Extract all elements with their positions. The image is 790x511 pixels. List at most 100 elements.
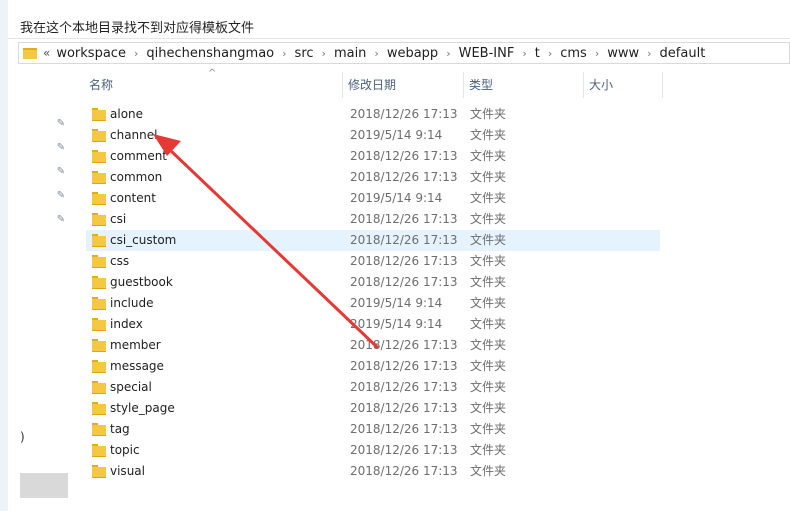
breadcrumb-item[interactable]: www [607,46,639,61]
file-date: 2018/12/26 17:13 [350,107,458,121]
file-type: 文件夹 [470,338,507,352]
file-name: special [110,380,152,394]
list-item[interactable]: visual 2018/12/26 17:13 文件夹 [86,461,660,482]
breadcrumb-separator-icon[interactable]: › [374,47,378,60]
column-header: ^ 名称 修改日期 类型 大小 [84,68,790,98]
pin-icon[interactable]: ✎ [56,167,66,177]
file-type: 文件夹 [470,212,507,226]
file-type: 文件夹 [470,233,507,247]
list-item[interactable]: guestbook 2018/12/26 17:13 文件夹 [86,272,660,293]
file-date: 2019/5/14 9:14 [350,128,443,142]
column-date[interactable]: 修改日期 [343,72,463,98]
folder-icon [92,423,106,436]
list-item[interactable]: alone 2018/12/26 17:13 文件夹 [86,104,660,125]
breadcrumb-separator-icon[interactable]: › [595,47,599,60]
window-left-edge [0,0,8,511]
nav-fragment-text: ) [20,430,25,444]
breadcrumb-item[interactable]: workspace [56,46,126,61]
folder-icon [92,444,106,457]
file-date: 2019/5/14 9:14 [350,317,443,331]
file-date: 2018/12/26 17:13 [350,443,458,457]
folder-icon [92,318,106,331]
list-item[interactable]: css 2018/12/26 17:13 文件夹 [86,251,660,272]
folder-icon [92,297,106,310]
question-text: 我在这个本地目录找不到对应得模板文件 [20,21,255,36]
list-item[interactable]: topic 2018/12/26 17:13 文件夹 [86,440,660,461]
file-date: 2018/12/26 17:13 [350,422,458,436]
breadcrumb-item[interactable]: t [535,46,540,61]
file-type: 文件夹 [470,359,507,373]
file-name: channel [110,128,158,142]
file-date: 2018/12/26 17:13 [350,380,458,394]
file-type: 文件夹 [470,422,507,436]
list-item[interactable]: tag 2018/12/26 17:13 文件夹 [86,419,660,440]
column-type[interactable]: 类型 [464,72,583,98]
pin-icon[interactable]: ✎ [56,215,66,225]
file-name: style_page [110,401,175,415]
file-date: 2019/5/14 9:14 [350,191,443,205]
file-name: message [110,359,164,373]
file-name: visual [110,464,145,478]
address-bar[interactable]: « workspace › qihechenshangmao › src › main › we… [18,42,790,64]
list-item[interactable]: member 2018/12/26 17:13 文件夹 [86,335,660,356]
list-item[interactable]: csi_custom 2018/12/26 17:13 文件夹 [86,230,660,251]
breadcrumb-item[interactable]: default [660,46,706,61]
file-name: member [110,338,161,352]
file-date: 2018/12/26 17:13 [350,338,458,352]
file-type: 文件夹 [470,191,507,205]
column-divider[interactable] [662,72,663,98]
file-name: index [110,317,143,331]
file-name: alone [110,107,144,121]
folder-icon [92,360,106,373]
folder-icon [92,192,106,205]
list-item[interactable]: include 2019/5/14 9:14 文件夹 [86,293,660,314]
file-type: 文件夹 [470,464,507,478]
list-item[interactable]: style_page 2018/12/26 17:13 文件夹 [86,398,660,419]
pin-icon[interactable]: ✎ [56,119,66,129]
column-size[interactable]: 大小 [584,72,662,98]
list-item[interactable]: special 2018/12/26 17:13 文件夹 [86,377,660,398]
breadcrumb-separator-icon[interactable]: › [282,47,286,60]
column-name[interactable]: 名称 [84,72,342,98]
file-date: 2018/12/26 17:13 [350,275,458,289]
pin-icon[interactable]: ✎ [56,191,66,201]
file-type: 文件夹 [470,443,507,457]
file-name: content [110,191,156,205]
file-date: 2019/5/14 9:14 [350,296,443,310]
list-item[interactable]: csi 2018/12/26 17:13 文件夹 [86,209,660,230]
breadcrumb-separator-icon[interactable]: › [134,47,138,60]
folder-icon [92,381,106,394]
breadcrumb-item[interactable]: main [334,46,366,61]
file-type: 文件夹 [470,128,507,142]
navigation-pane: ) ✎ ✎ ✎ ✎ ✎ [8,66,84,511]
file-date: 2018/12/26 17:13 [350,254,458,268]
breadcrumb: workspace › qihechenshangmao › src › main › weba… [56,46,705,61]
file-type: 文件夹 [470,317,507,331]
breadcrumb-separator-icon[interactable]: › [446,47,450,60]
file-type: 文件夹 [470,254,507,268]
file-type: 文件夹 [470,401,507,415]
list-item[interactable]: message 2018/12/26 17:13 文件夹 [86,356,660,377]
list-item[interactable]: common 2018/12/26 17:13 文件夹 [86,167,660,188]
pin-icon[interactable]: ✎ [56,143,66,153]
breadcrumb-item[interactable]: cms [560,46,587,61]
divider [8,38,790,39]
list-item[interactable]: index 2019/5/14 9:14 文件夹 [86,314,660,335]
breadcrumb-item[interactable]: qihechenshangmao [146,46,274,61]
nav-selected-item[interactable] [20,473,68,498]
breadcrumb-separator-icon[interactable]: › [548,47,552,60]
breadcrumb-item[interactable]: webapp [387,46,438,61]
breadcrumb-separator-icon[interactable]: › [647,47,651,60]
folder-icon [92,255,106,268]
list-item[interactable]: comment 2018/12/26 17:13 文件夹 [86,146,660,167]
file-name: tag [110,422,130,436]
file-date: 2018/12/26 17:13 [350,233,458,247]
breadcrumb-separator-icon[interactable]: › [522,47,526,60]
list-item[interactable]: channel 2019/5/14 9:14 文件夹 [86,125,660,146]
breadcrumb-item[interactable]: src [295,46,314,61]
breadcrumb-item[interactable]: WEB-INF [459,46,515,61]
breadcrumb-separator-icon[interactable]: › [322,47,326,60]
overflow-chevron-icon[interactable]: « [43,46,50,60]
list-item[interactable]: content 2019/5/14 9:14 文件夹 [86,188,660,209]
folder-icon [23,47,37,59]
